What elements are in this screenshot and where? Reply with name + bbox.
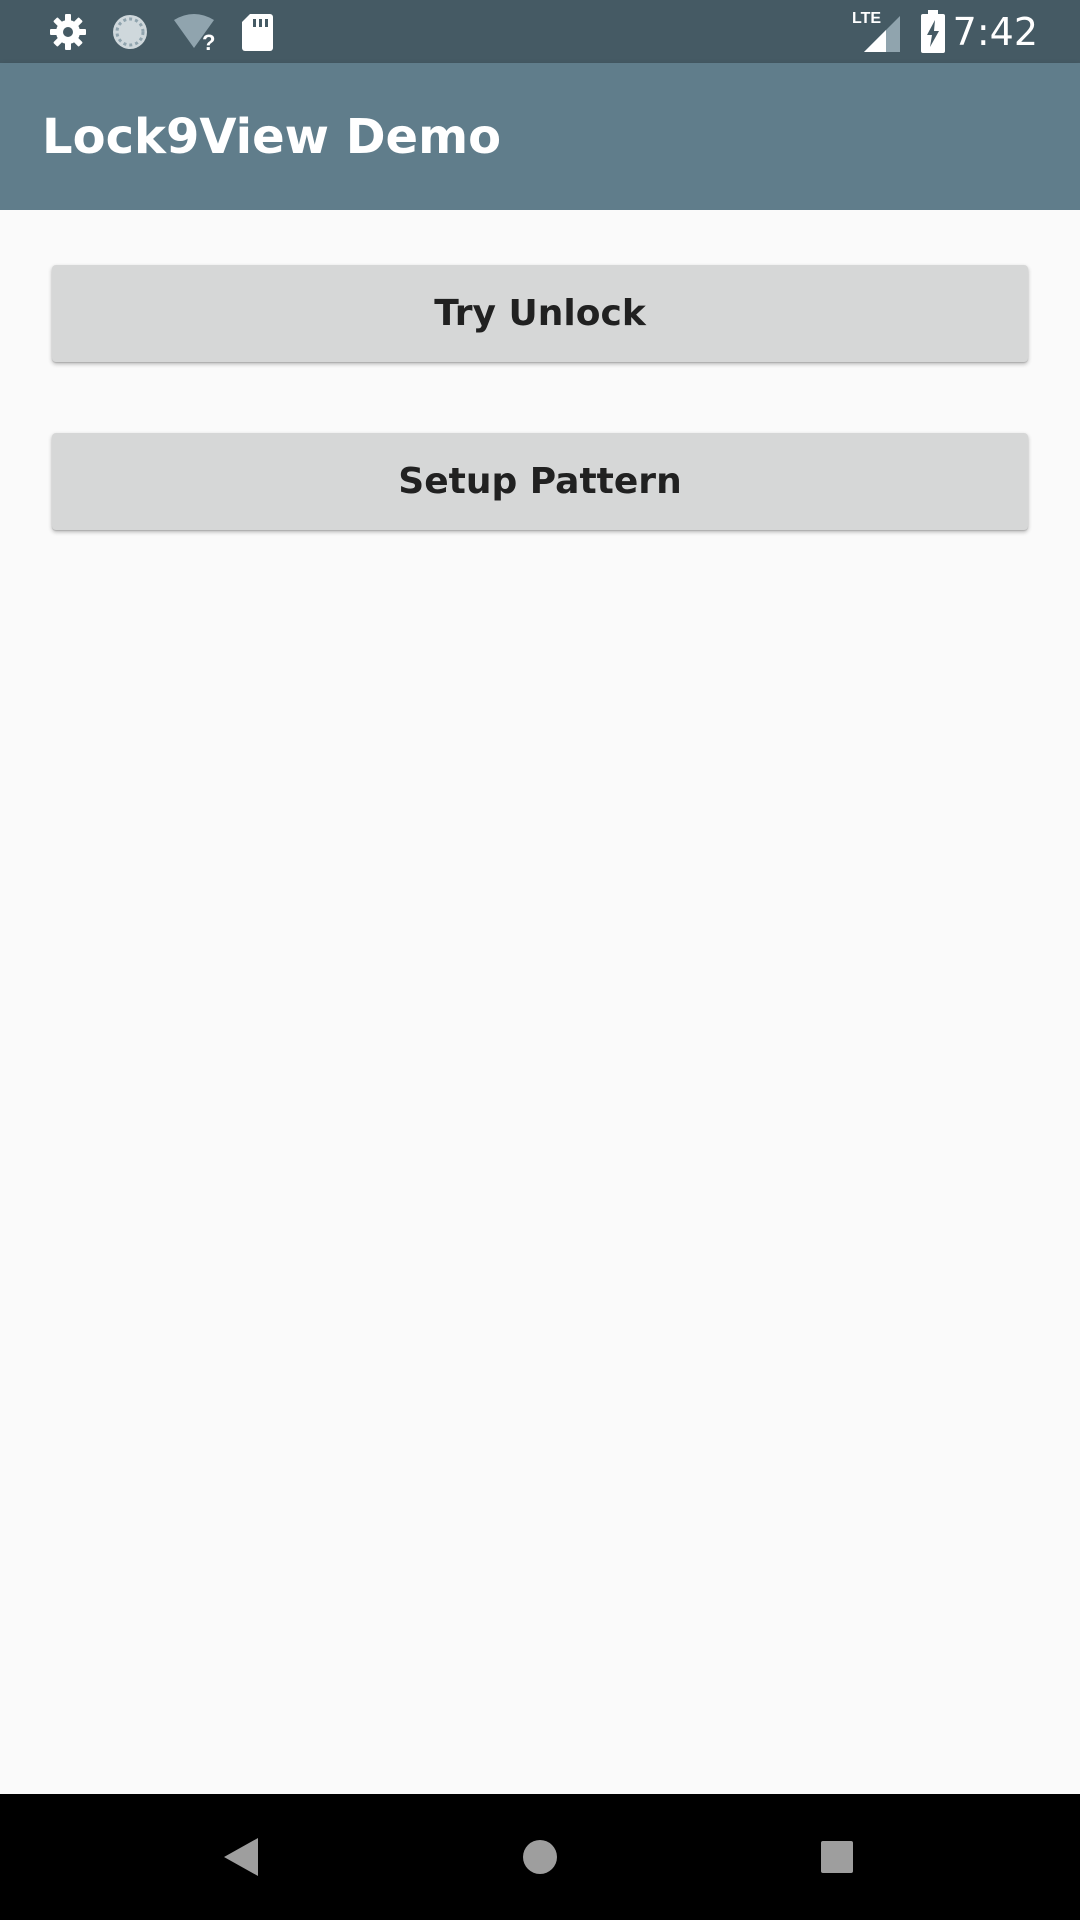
sync-icon bbox=[113, 15, 147, 49]
home-icon[interactable] bbox=[511, 1828, 569, 1886]
status-time: 7:42 bbox=[952, 10, 1038, 54]
app-bar: Lock9View Demo bbox=[0, 63, 1080, 210]
app-title: Lock9View Demo bbox=[42, 109, 502, 165]
navigation-bar bbox=[0, 1794, 1080, 1920]
svg-text:?: ? bbox=[202, 30, 215, 52]
battery-charging-icon bbox=[921, 10, 945, 53]
try-unlock-button[interactable]: Try Unlock bbox=[52, 265, 1028, 362]
lte-signal-icon: LTE bbox=[852, 10, 902, 52]
setup-pattern-button[interactable]: Setup Pattern bbox=[52, 433, 1028, 530]
main-content: Try Unlock Setup Pattern bbox=[0, 210, 1080, 1794]
recents-icon[interactable] bbox=[808, 1828, 866, 1886]
status-bar: ? LTE 7:42 bbox=[0, 0, 1080, 63]
back-icon[interactable] bbox=[212, 1828, 270, 1886]
sd-card-icon bbox=[242, 14, 273, 51]
wifi-question-icon: ? bbox=[174, 14, 215, 52]
gear-icon bbox=[50, 14, 86, 50]
